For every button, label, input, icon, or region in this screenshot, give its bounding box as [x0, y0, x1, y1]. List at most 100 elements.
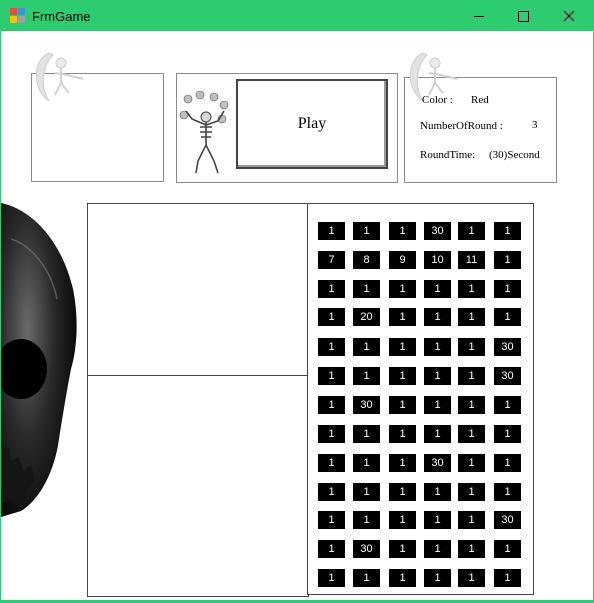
- grid-cell[interactable]: 8: [353, 251, 380, 269]
- grid-cell[interactable]: 1: [389, 367, 416, 385]
- grid-cell[interactable]: 1: [318, 338, 345, 356]
- grid-cell[interactable]: 1: [318, 454, 345, 472]
- grid-cell[interactable]: 30: [494, 511, 521, 529]
- grid-cell[interactable]: 1: [424, 540, 451, 558]
- grid-cell[interactable]: 1: [318, 511, 345, 529]
- title-bar[interactable]: FrmGame: [1, 1, 593, 31]
- close-icon: [563, 10, 575, 22]
- grid-cell[interactable]: 1: [458, 222, 485, 240]
- grid-cell[interactable]: 1: [353, 338, 380, 356]
- window-title: FrmGame: [32, 9, 91, 24]
- moon-skeleton-image: [35, 52, 84, 102]
- grid-cell[interactable]: 30: [424, 454, 451, 472]
- grid-cell[interactable]: 1: [389, 454, 416, 472]
- grid-cell[interactable]: 1: [389, 425, 416, 443]
- grid-cell[interactable]: 1: [389, 396, 416, 414]
- grid-cell[interactable]: 1: [318, 540, 345, 558]
- grid-cell[interactable]: 1: [458, 483, 485, 501]
- rounds-label: NumberOfRound :: [420, 120, 503, 132]
- grid-cell[interactable]: 30: [353, 540, 380, 558]
- skull-image: [1, 203, 77, 517]
- grid-cell[interactable]: 1: [389, 540, 416, 558]
- grid-cell[interactable]: 1: [424, 396, 451, 414]
- grid-cell[interactable]: 1: [494, 425, 521, 443]
- grid-cell[interactable]: 1: [458, 540, 485, 558]
- app-icon: [10, 8, 26, 24]
- color-label: Color :: [422, 94, 453, 106]
- grid-cell[interactable]: 1: [353, 454, 380, 472]
- grid-cell[interactable]: 30: [494, 338, 521, 356]
- grid-cell[interactable]: 1: [424, 308, 451, 326]
- grid-cell[interactable]: 1: [424, 280, 451, 298]
- minimize-button[interactable]: [456, 1, 502, 31]
- grid-cell[interactable]: 7: [318, 251, 345, 269]
- grid-cell[interactable]: 1: [458, 280, 485, 298]
- grid-cell[interactable]: 9: [389, 251, 416, 269]
- grid-cell[interactable]: 30: [353, 396, 380, 414]
- game-window: FrmGame Play Color: Red NumberOfRound:…: [0, 0, 594, 603]
- grid-cell[interactable]: 1: [458, 396, 485, 414]
- play-button[interactable]: Play: [236, 79, 388, 169]
- grid-cell[interactable]: 1: [318, 396, 345, 414]
- grid-cell[interactable]: 1: [353, 222, 380, 240]
- grid-cell[interactable]: 1: [424, 569, 451, 587]
- upper-play-area: [87, 203, 309, 377]
- grid-cell[interactable]: 1: [389, 483, 416, 501]
- grid-cell[interactable]: 1: [494, 222, 521, 240]
- grid-cell[interactable]: 1: [353, 511, 380, 529]
- grid-cell[interactable]: 1: [458, 338, 485, 356]
- grid-cell[interactable]: 30: [424, 222, 451, 240]
- grid-cell[interactable]: 1: [353, 367, 380, 385]
- grid-cell[interactable]: 1: [318, 308, 345, 326]
- grid-cell[interactable]: 1: [318, 425, 345, 443]
- grid-cell[interactable]: 1: [389, 569, 416, 587]
- number-grid-panel: 1 1 1 30 1 1 7 8 9 10 11 1 1 1 1 1 1 1 1 20 1 1 1 1 1 1 1 1 1 30 1 1 1 1 1…: [307, 203, 534, 595]
- grid-cell[interactable]: 1: [424, 367, 451, 385]
- grid-cell[interactable]: 1: [318, 280, 345, 298]
- round-time-value: (30)Second: [489, 149, 540, 161]
- grid-cell[interactable]: 11: [458, 251, 485, 269]
- grid-cell[interactable]: 1: [389, 308, 416, 326]
- window-border-bottom: [1, 600, 593, 602]
- grid-cell[interactable]: 1: [494, 251, 521, 269]
- grid-cell[interactable]: 1: [389, 280, 416, 298]
- grid-cell[interactable]: 1: [353, 425, 380, 443]
- rounds-value: 3: [532, 119, 538, 131]
- grid-cell[interactable]: 1: [424, 483, 451, 501]
- grid-cell[interactable]: 1: [353, 280, 380, 298]
- maximize-icon: [517, 10, 529, 22]
- grid-cell[interactable]: 1: [494, 280, 521, 298]
- grid-cell[interactable]: 1: [318, 222, 345, 240]
- grid-cell[interactable]: 1: [494, 308, 521, 326]
- grid-cell[interactable]: 1: [389, 222, 416, 240]
- grid-cell[interactable]: 1: [353, 569, 380, 587]
- grid-cell[interactable]: 1: [458, 569, 485, 587]
- grid-cell[interactable]: 1: [389, 338, 416, 356]
- grid-cell[interactable]: 1: [458, 511, 485, 529]
- grid-cell[interactable]: 1: [318, 483, 345, 501]
- grid-cell[interactable]: 1: [458, 454, 485, 472]
- grid-cell[interactable]: 1: [494, 569, 521, 587]
- maximize-button[interactable]: [500, 1, 546, 31]
- grid-cell[interactable]: 1: [318, 367, 345, 385]
- grid-cell[interactable]: 1: [494, 483, 521, 501]
- grid-cell[interactable]: 1: [389, 511, 416, 529]
- grid-cell[interactable]: 1: [424, 338, 451, 356]
- close-button[interactable]: [546, 1, 592, 31]
- minimize-icon: [474, 15, 484, 17]
- grid-cell[interactable]: 1: [318, 569, 345, 587]
- grid-cell[interactable]: 1: [458, 367, 485, 385]
- grid-cell[interactable]: 1: [353, 483, 380, 501]
- lower-play-area: [87, 375, 309, 597]
- grid-cell[interactable]: 20: [353, 308, 380, 326]
- grid-cell[interactable]: 1: [494, 396, 521, 414]
- grid-cell[interactable]: 10: [424, 251, 451, 269]
- grid-cell[interactable]: 1: [494, 540, 521, 558]
- grid-cell[interactable]: 1: [424, 511, 451, 529]
- grid-cell[interactable]: 1: [494, 454, 521, 472]
- round-time-label: RoundTime:: [420, 149, 476, 161]
- grid-cell[interactable]: 1: [458, 425, 485, 443]
- grid-cell[interactable]: 1: [458, 308, 485, 326]
- grid-cell[interactable]: 30: [494, 367, 521, 385]
- grid-cell[interactable]: 1: [424, 425, 451, 443]
